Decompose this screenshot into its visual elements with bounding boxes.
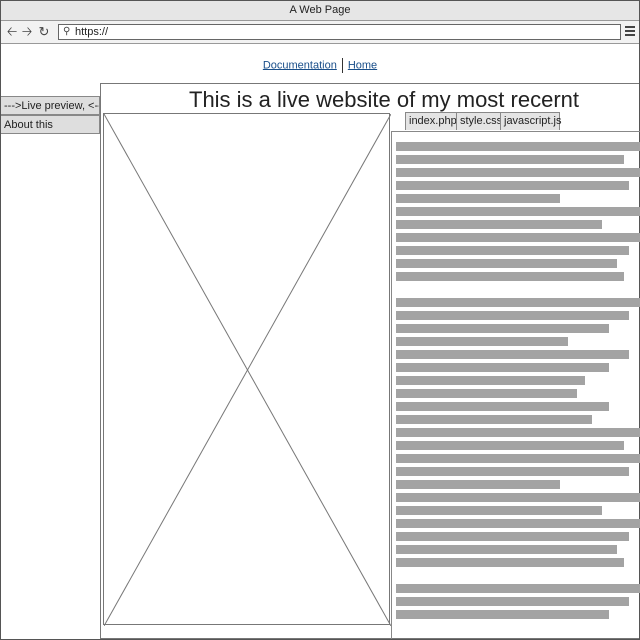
- hamburger-menu-icon[interactable]: [625, 26, 635, 38]
- code-line-placeholder: [396, 428, 640, 437]
- browser-window: A Web Page 🡠 🡢 ↻ ⚲ Documentation Home ---…: [0, 0, 640, 640]
- code-line-placeholder: [396, 168, 640, 177]
- code-line-placeholder: [396, 506, 602, 515]
- code-line-placeholder: [396, 558, 624, 567]
- code-line-placeholder: [396, 181, 629, 190]
- code-line-placeholder: [396, 441, 624, 450]
- window-title: A Web Page: [1, 1, 639, 21]
- code-line-placeholder: [396, 480, 560, 489]
- tab-javascript-js[interactable]: javascript.js: [500, 112, 561, 130]
- code-line-placeholder: [396, 610, 609, 619]
- url-input[interactable]: [75, 25, 615, 39]
- code-line-placeholder: [396, 220, 602, 229]
- code-line-placeholder: [396, 155, 624, 164]
- live-preview-image-placeholder: [103, 113, 391, 626]
- documentation-link[interactable]: Documentation: [263, 59, 337, 71]
- code-line-placeholder: [396, 519, 640, 528]
- code-line-placeholder: [396, 532, 629, 541]
- code-line-placeholder: [396, 311, 629, 320]
- tab-index-php[interactable]: index.php: [405, 112, 457, 130]
- link-divider: [341, 58, 343, 73]
- code-line-placeholder: [396, 584, 640, 593]
- browser-toolbar: 🡠 🡢 ↻ ⚲: [1, 21, 639, 44]
- home-link[interactable]: Home: [348, 59, 377, 71]
- code-line-placeholder: [396, 337, 568, 346]
- code-line-placeholder: [396, 389, 577, 398]
- code-line-placeholder: [396, 350, 629, 359]
- page-title: This is a live website of my most recern…: [189, 87, 580, 112]
- code-line-placeholder: [396, 402, 609, 411]
- code-line-placeholder: [396, 298, 640, 307]
- sidebar-item-about[interactable]: About this: [1, 115, 100, 134]
- sidebar-item-live-preview[interactable]: --->Live preview, <---: [1, 96, 100, 115]
- code-line-placeholder: [396, 376, 585, 385]
- code-line-placeholder: [396, 545, 617, 554]
- back-arrow-icon[interactable]: 🡠: [5, 24, 19, 40]
- address-bar[interactable]: ⚲: [58, 24, 621, 40]
- code-line-placeholder: [396, 597, 629, 606]
- code-line-placeholder: [396, 142, 640, 151]
- top-navigation: Documentation Home: [1, 58, 639, 73]
- code-line-placeholder: [396, 233, 640, 242]
- code-viewer: [391, 131, 640, 639]
- code-line-placeholder: [396, 467, 629, 476]
- code-line-placeholder: [396, 259, 617, 268]
- code-line-placeholder: [396, 454, 640, 463]
- tab-style-css[interactable]: style.css: [456, 112, 502, 130]
- code-line-placeholder: [396, 194, 560, 203]
- code-line-placeholder: [396, 272, 624, 281]
- reload-icon[interactable]: ↻: [37, 24, 51, 40]
- image-placeholder-icon: [104, 114, 391, 626]
- search-icon: ⚲: [63, 26, 71, 37]
- code-line-placeholder: [396, 363, 609, 372]
- forward-arrow-icon[interactable]: 🡢: [20, 24, 34, 40]
- code-line-placeholder: [396, 415, 592, 424]
- code-line-placeholder: [396, 493, 640, 502]
- code-line-placeholder: [396, 246, 629, 255]
- code-line-placeholder: [396, 324, 609, 333]
- code-line-placeholder: [396, 207, 640, 216]
- main-content: This is a live website of my most recern…: [100, 83, 640, 639]
